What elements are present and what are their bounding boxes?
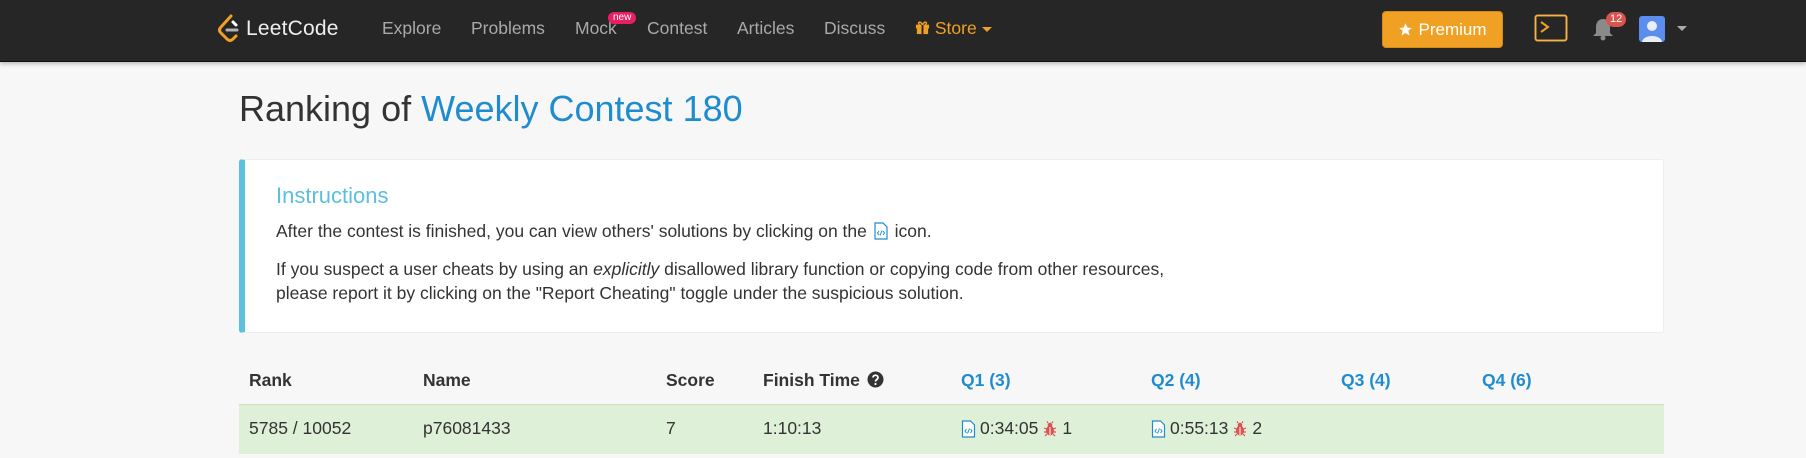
code-file-icon[interactable] bbox=[1151, 419, 1166, 438]
header-q4[interactable]: Q4 (6) bbox=[1482, 370, 1532, 391]
instructions-line-3: please report it by clicking on the "Rep… bbox=[276, 283, 964, 303]
instructions-line-1-after: icon. bbox=[894, 221, 932, 241]
instructions-callout: Instructions After the contest is finish… bbox=[239, 159, 1664, 333]
leetcode-logo[interactable]: LeetCode bbox=[216, 13, 339, 45]
header-finish-time: Finish Time bbox=[763, 370, 884, 391]
q2-cell: 0:55:13 2 bbox=[1151, 418, 1262, 439]
gift-icon bbox=[915, 21, 930, 35]
instructions-line-2-before: If you suspect a user cheats by using an bbox=[276, 259, 589, 279]
nav-explore[interactable]: Explore bbox=[382, 18, 441, 39]
page-title: Ranking of Weekly Contest 180 bbox=[239, 88, 743, 130]
header-name: Name bbox=[423, 370, 471, 390]
code-file-icon bbox=[874, 222, 888, 240]
header-rank: Rank bbox=[249, 370, 292, 390]
nav-discuss[interactable]: Discuss bbox=[824, 18, 885, 39]
instructions-line-1: After the contest is finished, you can v… bbox=[276, 219, 932, 243]
q1-bugs: 1 bbox=[1062, 418, 1073, 438]
header-q3[interactable]: Q3 (4) bbox=[1341, 370, 1391, 391]
instructions-emphasis: explicitly bbox=[593, 259, 660, 279]
table-row: 5785 / 10052 p76081433 7 1:10:13 0:34:05… bbox=[239, 404, 1664, 454]
avatar-dropdown-chevron-icon[interactable] bbox=[1677, 26, 1687, 31]
q2-time: 0:55:13 bbox=[1170, 418, 1229, 438]
header-q2[interactable]: Q2 (4) bbox=[1151, 370, 1201, 391]
premium-button[interactable]: Premium bbox=[1382, 11, 1503, 48]
header-score: Score bbox=[666, 370, 715, 390]
bug-icon bbox=[1044, 420, 1057, 436]
contest-link[interactable]: Weekly Contest 180 bbox=[421, 88, 743, 129]
notification-count-badge: 12 bbox=[1606, 12, 1627, 27]
instructions-line-2-after: disallowed library function or copying c… bbox=[664, 259, 1165, 279]
nav-store-dropdown[interactable]: Store bbox=[915, 18, 992, 39]
header-q1[interactable]: Q1 (3) bbox=[961, 370, 1011, 391]
store-label: Store bbox=[934, 18, 977, 38]
new-badge: new bbox=[608, 12, 637, 24]
finish-time-cell: 1:10:13 bbox=[763, 418, 822, 438]
q1-cell: 0:34:05 1 bbox=[961, 418, 1072, 439]
bug-icon bbox=[1234, 420, 1247, 436]
instructions-line-2: If you suspect a user cheats by using an… bbox=[276, 257, 1164, 305]
nav-articles[interactable]: Articles bbox=[737, 18, 794, 39]
chevron-down-icon bbox=[981, 26, 992, 32]
instructions-title: Instructions bbox=[276, 183, 389, 208]
username-cell[interactable]: p76081433 bbox=[423, 418, 511, 439]
avatar[interactable] bbox=[1639, 16, 1665, 42]
question-circle-icon[interactable] bbox=[867, 371, 884, 388]
rank-cell: 5785 / 10052 bbox=[249, 418, 352, 438]
score-cell: 7 bbox=[666, 418, 676, 438]
leetcode-logo-icon bbox=[218, 14, 239, 42]
terminal-icon[interactable] bbox=[1534, 14, 1568, 42]
q1-time: 0:34:05 bbox=[980, 418, 1039, 438]
q2-bugs: 2 bbox=[1252, 418, 1263, 438]
nav-problems[interactable]: Problems bbox=[471, 18, 545, 39]
brand-name: LeetCode bbox=[246, 17, 339, 40]
user-icon bbox=[1642, 21, 1662, 42]
star-icon bbox=[1399, 23, 1413, 36]
top-navbar: LeetCode Explore Problems Mock new Conte… bbox=[0, 0, 1806, 62]
premium-label: Premium bbox=[1418, 19, 1487, 39]
page-title-prefix: Ranking of bbox=[239, 88, 412, 129]
instructions-line-1-before: After the contest is finished, you can v… bbox=[276, 221, 867, 241]
code-file-icon[interactable] bbox=[961, 419, 976, 438]
nav-contest[interactable]: Contest bbox=[647, 18, 707, 39]
header-finish-time-label: Finish Time bbox=[763, 370, 860, 390]
